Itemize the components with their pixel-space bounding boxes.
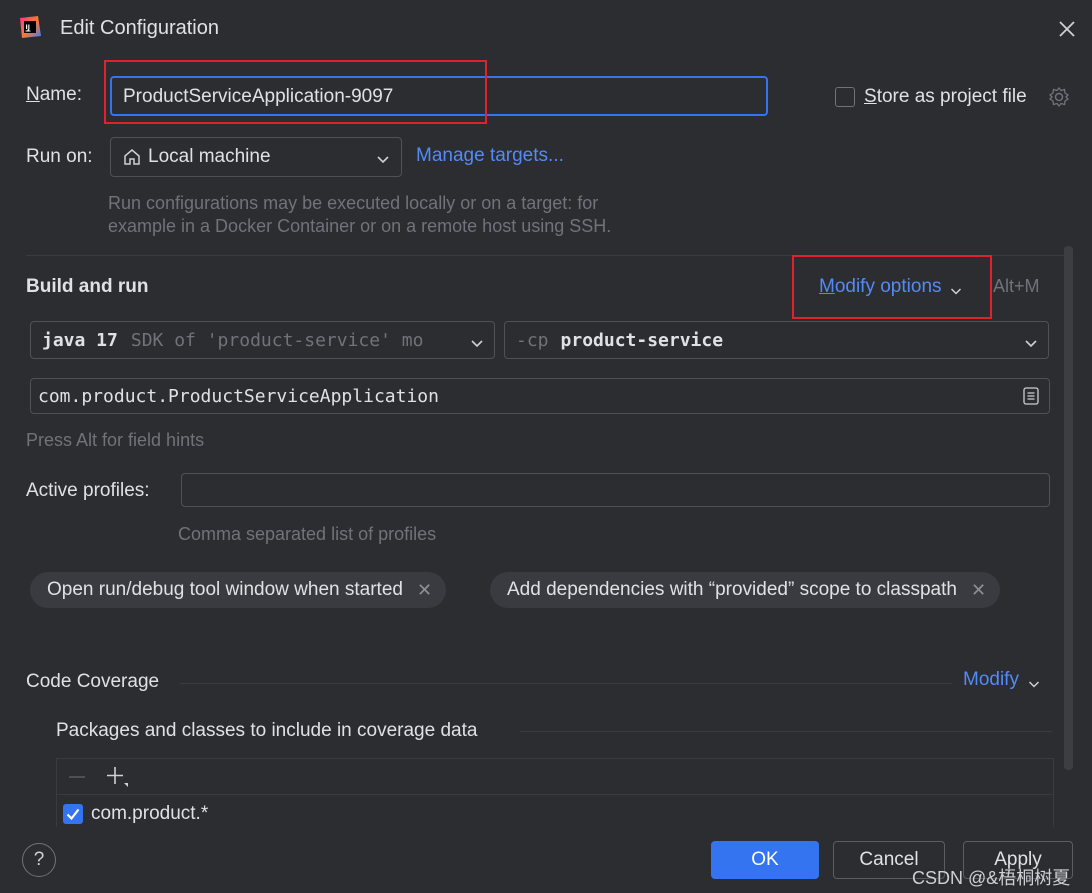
coverage-divider xyxy=(180,683,952,684)
chevron-down-icon xyxy=(376,150,390,172)
jdk-value: java 17 xyxy=(42,329,118,351)
store-as-project-label[interactable]: Store as project file xyxy=(864,86,1027,108)
coverage-item-label: com.product.* xyxy=(91,803,209,824)
cp-prefix: -cp xyxy=(516,329,549,351)
run-on-hint-line1: Run configurations may be executed local… xyxy=(108,193,599,213)
option-chip-open-tool-window[interactable]: Open run/debug tool window when started … xyxy=(30,572,447,608)
chevron-down-icon xyxy=(466,334,484,356)
scrollbar-thumb[interactable] xyxy=(1064,246,1073,770)
name-label: Name: xyxy=(26,84,82,105)
name-input[interactable]: ProductServiceApplication-9097 xyxy=(110,76,768,116)
chevron-down-icon xyxy=(1024,334,1038,356)
remove-chip-close-icon[interactable]: ✕ xyxy=(971,580,986,601)
coverage-packages-title: Packages and classes to include in cover… xyxy=(56,720,478,741)
field-hints-text: Press Alt for field hints xyxy=(26,430,205,450)
jdk-dropdown[interactable]: java 17 SDK of 'product-service' mo xyxy=(30,321,495,359)
close-icon[interactable] xyxy=(1057,19,1077,39)
classpath-module-dropdown[interactable]: -cp product-service xyxy=(504,321,1049,359)
chevron-down-icon xyxy=(950,281,962,295)
main-class-value: com.product.ProductServiceApplication xyxy=(38,385,439,407)
minus-icon[interactable] xyxy=(67,767,87,793)
coverage-modify-link[interactable]: Modify xyxy=(963,669,1040,691)
manage-targets-link[interactable]: Manage targets... xyxy=(416,145,564,167)
active-profiles-label: Active profiles: xyxy=(26,480,150,501)
packages-divider xyxy=(520,731,1052,732)
main-class-input[interactable]: com.product.ProductServiceApplication xyxy=(30,378,1050,414)
help-button[interactable]: ? xyxy=(22,843,56,877)
gear-icon[interactable] xyxy=(1048,86,1070,108)
plus-icon[interactable] xyxy=(105,765,131,795)
coverage-item-checkbox[interactable] xyxy=(63,804,83,824)
browse-class-icon[interactable] xyxy=(1021,386,1041,412)
app-logo-icon: IJ xyxy=(18,15,42,39)
active-profiles-input[interactable] xyxy=(181,473,1050,507)
store-as-project-checkbox[interactable] xyxy=(835,87,855,107)
jdk-description: SDK of 'product-service' mo xyxy=(130,329,424,351)
run-on-hint-line2: example in a Docker Container or on a re… xyxy=(108,216,612,236)
home-icon xyxy=(122,147,142,167)
modify-options-shortcut: Alt+M xyxy=(993,276,1040,296)
active-profiles-hint: Comma separated list of profiles xyxy=(178,524,437,544)
option-chip-provided-scope[interactable]: Add dependencies with “provided” scope t… xyxy=(490,572,1001,608)
modify-options-link[interactable]: Modify options xyxy=(819,276,962,298)
cp-module: product-service xyxy=(560,329,724,351)
run-on-dropdown[interactable]: Local machine xyxy=(110,137,402,177)
coverage-list-panel: com.product.* xyxy=(56,758,1054,828)
code-coverage-title: Code Coverage xyxy=(26,671,160,692)
run-on-label: Run on: xyxy=(26,146,93,167)
svg-text:IJ: IJ xyxy=(26,24,30,31)
remove-chip-close-icon[interactable]: ✕ xyxy=(417,580,432,601)
coverage-list-item[interactable]: com.product.* xyxy=(63,803,208,825)
section-divider xyxy=(26,255,1066,256)
footer-divider xyxy=(0,827,1092,828)
ok-button[interactable]: OK xyxy=(711,841,819,879)
watermark: CSDN @&梧桐树夏 xyxy=(912,868,1071,888)
build-and-run-title: Build and run xyxy=(26,276,149,297)
chevron-down-icon xyxy=(1028,674,1040,688)
run-on-value: Local machine xyxy=(148,146,271,167)
coverage-list-toolbar xyxy=(57,759,1053,795)
window-title: Edit Configuration xyxy=(60,17,219,39)
